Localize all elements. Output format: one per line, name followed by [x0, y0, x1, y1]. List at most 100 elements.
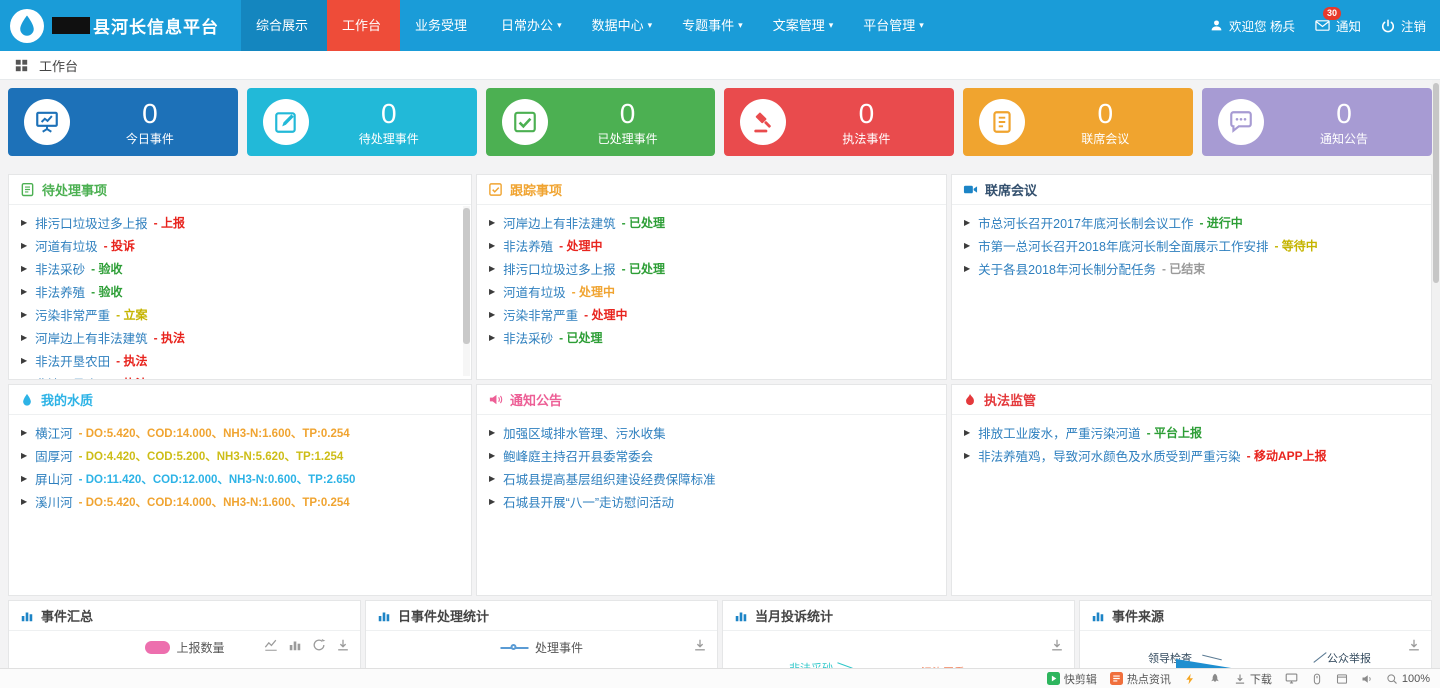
tracking-item[interactable]: ▶ 河道有垃圾 - 处理中 — [489, 280, 934, 303]
nav-item[interactable]: 文案管理 ▾ — [758, 0, 849, 51]
tracking-item[interactable]: ▶ 非法养殖 - 处理中 — [489, 234, 934, 257]
legend-item[interactable]: 处理事件 — [500, 639, 583, 656]
legend-label: 上报数量 — [176, 639, 224, 656]
panel-scrollbar[interactable] — [463, 206, 470, 376]
tracking-item[interactable]: ▶ 非法采砂 - 已处理 — [489, 326, 934, 349]
announcement-item[interactable]: ▶ 鲍峰庭主持召开县委常委会 — [489, 444, 934, 467]
zoom-control[interactable]: 100% — [1386, 673, 1430, 685]
brand-text: 县河长信息平台 — [93, 13, 219, 38]
platform-logo-icon[interactable] — [10, 9, 44, 43]
stat-text: 0 通知公告 — [1264, 98, 1424, 147]
line-chart-toggle-icon[interactable] — [264, 638, 278, 652]
panel-title: 当月投诉统计 — [755, 606, 833, 625]
bar-chart-toggle-icon[interactable] — [288, 638, 302, 652]
water-quality-item[interactable]: ▶ 屏山河 - DO:11.420、COD:12.000、NH3-N:0.600… — [21, 467, 459, 490]
nav-item[interactable]: 日常办公 ▾ — [486, 0, 577, 51]
nav-item[interactable]: 专题事件 ▾ — [667, 0, 758, 51]
meeting-item[interactable]: ▶ 关于各县2018年河长制分配任务 - 已结束 — [964, 257, 1419, 280]
pending-item[interactable]: ▶ 河岸边上有非法建筑 - 执法 — [21, 326, 459, 349]
download-button[interactable]: 下载 — [1234, 671, 1272, 687]
bar-chart-icon — [734, 609, 748, 623]
notifications-button[interactable]: 30 通知 — [1315, 16, 1361, 35]
announcement-item[interactable]: ▶ 石城县提高基层组织建设经费保障标准 — [489, 467, 934, 490]
flame-icon — [963, 393, 977, 407]
nav-item[interactable]: 综合展示 — [241, 0, 327, 51]
tracking-item[interactable]: ▶ 排污口垃圾过多上报 - 已处理 — [489, 257, 934, 280]
pending-item[interactable]: ▶ 非法采砂 - 验收 — [21, 257, 459, 280]
pending-item[interactable]: ▶ 河道有垃圾 - 投诉 — [21, 234, 459, 257]
meeting-item[interactable]: ▶ 市第一总河长召开2018年底河长制全面展示工作安排 - 等待中 — [964, 234, 1419, 257]
download-icon[interactable] — [1407, 638, 1421, 652]
panel-my-water-quality: 我的水质 ▶ 横江河 - DO:5.420、COD:14.000、NH3-N:1… — [8, 384, 472, 596]
mouse-icon[interactable] — [1311, 673, 1323, 685]
stat-card-today-events[interactable]: 0 今日事件 — [8, 88, 238, 156]
rocket-icon[interactable] — [1209, 673, 1221, 685]
stat-text: 0 已处理事件 — [548, 98, 708, 147]
caret-right-icon: ▶ — [964, 264, 970, 273]
hot-news-button[interactable]: 热点资讯 — [1110, 671, 1171, 687]
caret-right-icon: ▶ — [489, 241, 495, 250]
pending-item[interactable]: ▶ 非法开垦农田 - 执法 — [21, 372, 459, 380]
water-quality-item[interactable]: ▶ 溪川河 - DO:5.420、COD:14.000、NH3-N:1.600、… — [21, 490, 459, 513]
speaker-icon[interactable] — [1361, 673, 1373, 685]
user-icon — [1210, 19, 1223, 32]
panel-title: 事件来源 — [1112, 606, 1164, 625]
stat-card-enforcement-events[interactable]: 0 执法事件 — [724, 88, 954, 156]
meeting-item[interactable]: ▶ 市总河长召开2017年底河长制会议工作 - 进行中 — [964, 211, 1419, 234]
window-icon[interactable] — [1336, 673, 1348, 685]
caret-right-icon: ▶ — [964, 241, 970, 250]
nav-item[interactable]: 数据中心 ▾ — [577, 0, 668, 51]
page-scrollbar[interactable] — [1432, 80, 1440, 668]
chart-toolbox — [693, 638, 707, 652]
item-status: - 平台上报 — [1147, 424, 1202, 441]
pending-item[interactable]: ▶ 污染非常严重 - 立案 — [21, 303, 459, 326]
nav-item[interactable]: 业务受理 — [400, 0, 486, 51]
check-square-icon — [502, 99, 548, 145]
scrollbar-thumb[interactable] — [1433, 83, 1439, 283]
water-quality-item[interactable]: ▶ 横江河 - DO:5.420、COD:14.000、NH3-N:1.600、… — [21, 421, 459, 444]
download-icon[interactable] — [1050, 638, 1064, 652]
pending-item[interactable]: ▶ 排污口垃圾过多上报 - 上报 — [21, 211, 459, 234]
water-quality-item[interactable]: ▶ 固厚河 - DO:4.420、COD:5.200、NH3-N:5.620、T… — [21, 444, 459, 467]
main-menu: 综合展示 工作台 业务受理 日常办公 ▾ — [241, 0, 939, 51]
tracking-item[interactable]: ▶ 河岸边上有非法建筑 - 已处理 — [489, 211, 934, 234]
grid-icon[interactable] — [15, 59, 28, 72]
refresh-icon[interactable] — [312, 638, 326, 652]
stat-card-pending-events[interactable]: 0 待处理事件 — [247, 88, 477, 156]
item-status: - 上报 — [154, 214, 185, 231]
announcement-item[interactable]: ▶ 石城县开展“八一”走访慰问活动 — [489, 490, 934, 513]
tracking-item[interactable]: ▶ 污染非常严重 - 处理中 — [489, 303, 934, 326]
legend-line-marker — [500, 647, 528, 649]
logout-button[interactable]: 注销 — [1381, 16, 1426, 35]
stat-text: 0 今日事件 — [70, 98, 230, 147]
caret-right-icon: ▶ — [489, 333, 495, 342]
stat-card-joint-meeting[interactable]: 0 联席会议 — [963, 88, 1193, 156]
stat-card-handled-events[interactable]: 0 已处理事件 — [486, 88, 716, 156]
caret-right-icon: ▶ — [489, 451, 495, 460]
nav-item[interactable]: 工作台 — [327, 0, 400, 51]
item-status: - 进行中 — [1199, 214, 1242, 231]
panel-header: 事件来源 — [1080, 601, 1431, 631]
chevron-down-icon: ▾ — [919, 0, 924, 51]
panel-title: 日事件处理统计 — [398, 606, 489, 625]
scrollbar-thumb[interactable] — [463, 208, 470, 344]
download-icon[interactable] — [693, 638, 707, 652]
enforcement-item[interactable]: ▶ 非法养殖鸡，导致河水颜色及水质受到严重污染 - 移动APP上报 — [964, 444, 1419, 467]
legend-label: 处理事件 — [535, 639, 583, 656]
quick-clip-button[interactable]: 快剪辑 — [1047, 671, 1097, 687]
enforcement-item[interactable]: ▶ 排放工业废水，严重污染河道 - 平台上报 — [964, 421, 1419, 444]
logout-label: 注销 — [1401, 16, 1426, 35]
legend-item[interactable]: 上报数量 — [144, 639, 224, 656]
pending-item[interactable]: ▶ 非法开垦农田 - 执法 — [21, 349, 459, 372]
announcement-item[interactable]: ▶ 加强区域排水管理、污水收集 — [489, 421, 934, 444]
bolt-icon[interactable] — [1184, 673, 1196, 685]
monitor-icon[interactable] — [1285, 672, 1298, 685]
water-quality-list: ▶ 横江河 - DO:5.420、COD:14.000、NH3-N:1.600、… — [9, 415, 471, 513]
notifications-label: 通知 — [1336, 16, 1361, 35]
nav-item[interactable]: 平台管理 ▾ — [848, 0, 939, 51]
stat-card-announcements[interactable]: 0 通知公告 — [1202, 88, 1432, 156]
pending-item[interactable]: ▶ 非法养殖 - 验收 — [21, 280, 459, 303]
welcome-label: 欢迎您 杨兵 — [1229, 16, 1295, 35]
download-icon[interactable] — [336, 638, 350, 652]
user-welcome[interactable]: 欢迎您 杨兵 — [1210, 16, 1295, 35]
